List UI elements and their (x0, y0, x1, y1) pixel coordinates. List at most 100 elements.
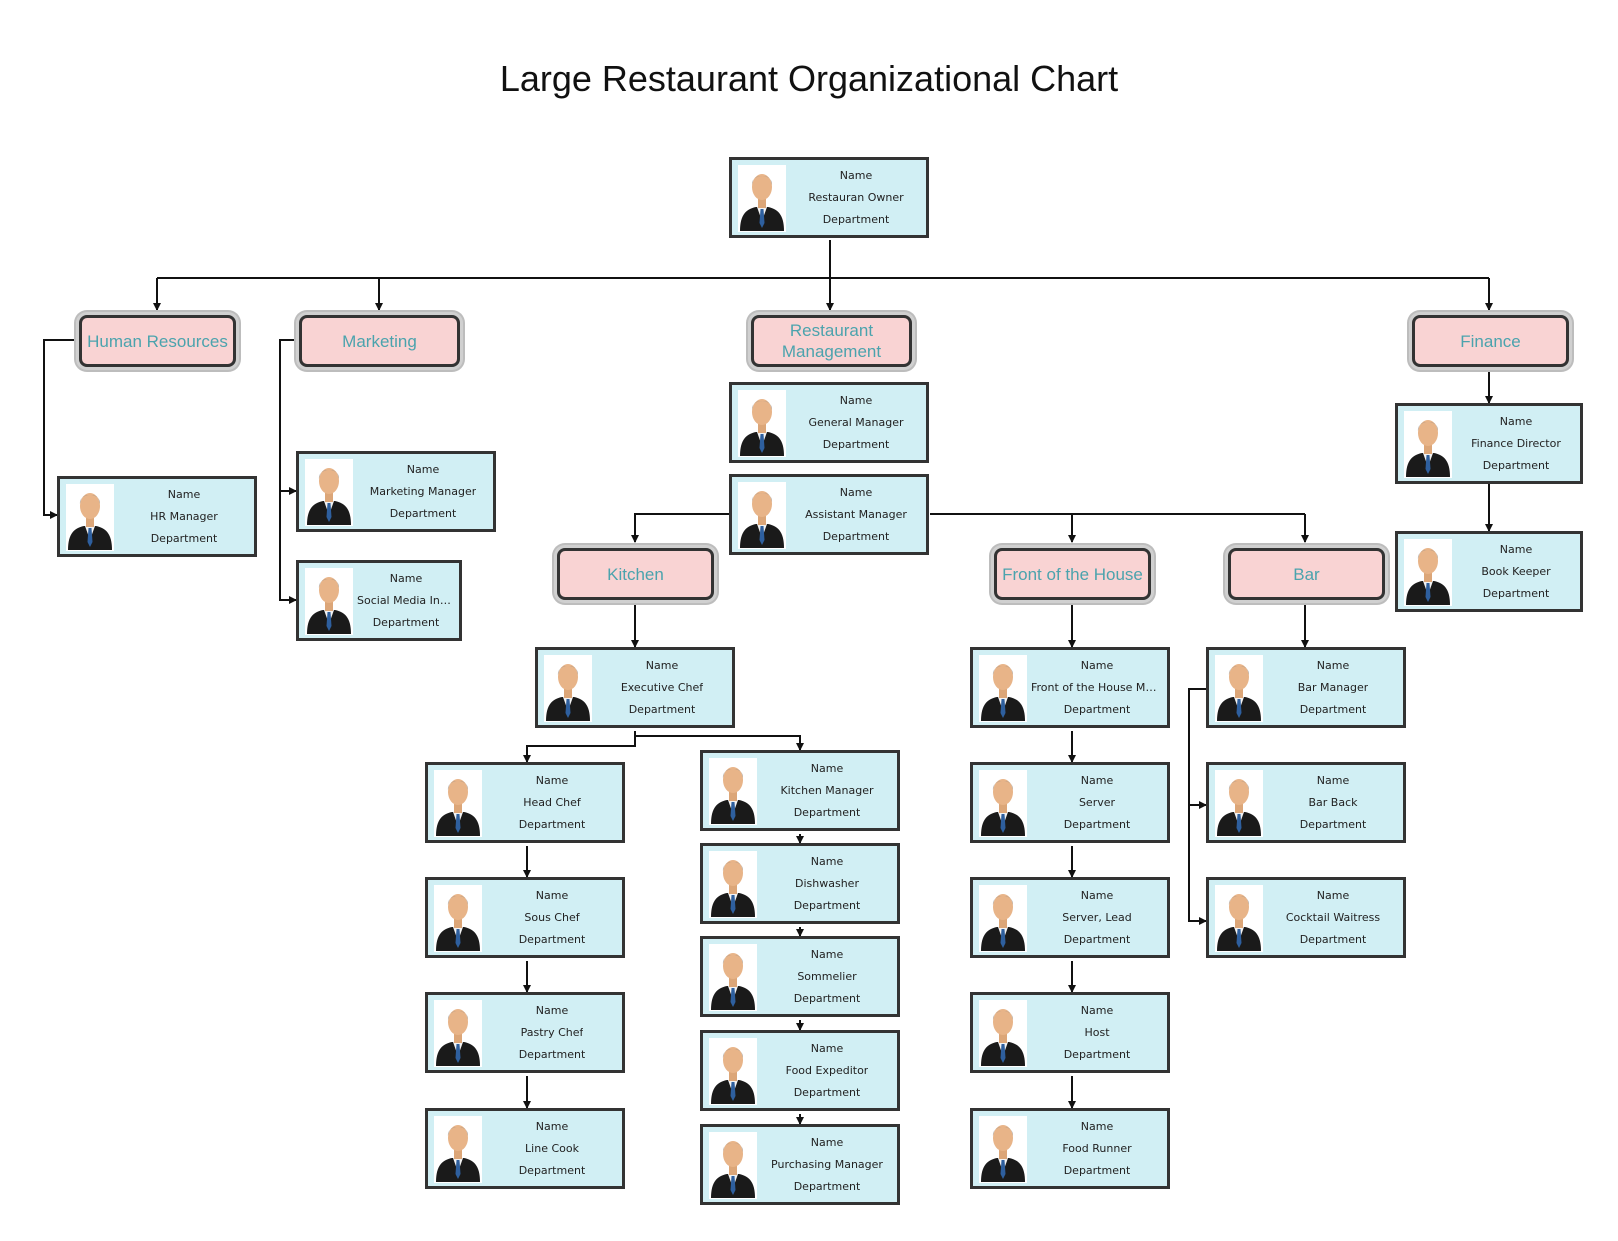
person-avatar-icon (434, 1000, 482, 1067)
person-avatar-icon (709, 1038, 757, 1105)
person-name: Name (1080, 1119, 1114, 1133)
dept-kitchen[interactable]: Kitchen (557, 548, 714, 600)
person-card-server[interactable]: Name Server Department (970, 762, 1170, 843)
person-name: Name (1316, 888, 1350, 902)
person-card-foh-manager[interactable]: Name Front of the House Mana... Departme… (970, 647, 1170, 728)
dept-restaurant-management[interactable]: Restaurant Management (751, 315, 912, 367)
person-card-head-chef[interactable]: Name Head Chef Department (425, 762, 625, 843)
dept-bar[interactable]: Bar (1228, 548, 1385, 600)
person-name: Name (810, 947, 844, 961)
dept-label: Finance (1460, 331, 1521, 351)
person-department: Department (793, 899, 861, 913)
person-name: Name (406, 462, 440, 476)
person-avatar-icon (434, 1116, 482, 1183)
dept-human-resources[interactable]: Human Resources (79, 315, 236, 367)
dept-front-of-the-house[interactable]: Front of the House (994, 548, 1151, 600)
person-department: Department (1299, 933, 1367, 947)
person-role: Pastry Chef (520, 1025, 584, 1039)
person-card-owner[interactable]: Name Restauran Owner Department (729, 157, 929, 238)
person-avatar-icon (738, 390, 786, 457)
person-card-general-manager[interactable]: Name General Manager Department (729, 382, 929, 463)
person-department: Department (372, 616, 440, 630)
person-avatar-icon (979, 655, 1027, 722)
person-name: Name (839, 485, 873, 499)
person-card-bar-back[interactable]: Name Bar Back Department (1206, 762, 1406, 843)
person-role: Social Media Intern (357, 593, 455, 607)
person-name: Name (1499, 542, 1533, 556)
person-department: Department (628, 703, 696, 717)
person-department: Department (1063, 1048, 1131, 1062)
person-card-line-cook[interactable]: Name Line Cook Department (425, 1108, 625, 1189)
person-card-food-expeditor[interactable]: Name Food Expeditor Department (700, 1030, 900, 1111)
person-name: Name (535, 1119, 569, 1133)
person-avatar-icon (979, 1000, 1027, 1067)
dept-label: Human Resources (87, 331, 228, 351)
person-card-purchasing-manager[interactable]: Name Purchasing Manager Department (700, 1124, 900, 1205)
person-name: Name (389, 571, 423, 585)
person-name: Name (535, 888, 569, 902)
person-name: Name (1080, 773, 1114, 787)
person-card-kitchen-manager[interactable]: Name Kitchen Manager Department (700, 750, 900, 831)
person-department: Department (822, 530, 890, 544)
dept-label: Kitchen (607, 564, 664, 584)
person-role: Restauran Owner (808, 190, 904, 204)
person-card-pastry-chef[interactable]: Name Pastry Chef Department (425, 992, 625, 1073)
person-department: Department (1063, 933, 1131, 947)
person-avatar-icon (979, 1116, 1027, 1183)
person-card-sous-chef[interactable]: Name Sous Chef Department (425, 877, 625, 958)
person-card-marketing-manager[interactable]: Name Marketing Manager Department (296, 451, 496, 532)
person-card-hr-manager[interactable]: Name HR Manager Department (57, 476, 257, 557)
person-card-executive-chef[interactable]: Name Executive Chef Department (535, 647, 735, 728)
person-avatar-icon (1404, 411, 1452, 478)
person-avatar-icon (738, 165, 786, 232)
person-role: Cocktail Waitress (1285, 910, 1381, 924)
person-card-assistant-manager[interactable]: Name Assistant Manager Department (729, 474, 929, 555)
person-name: Name (535, 1003, 569, 1017)
person-avatar-icon (434, 770, 482, 837)
person-name: Name (1316, 773, 1350, 787)
person-name: Name (810, 1135, 844, 1149)
person-avatar-icon (66, 484, 114, 551)
person-name: Name (1080, 1003, 1114, 1017)
dept-label: Restaurant Management (781, 321, 882, 361)
person-card-food-runner[interactable]: Name Food Runner Department (970, 1108, 1170, 1189)
person-role: Sous Chef (524, 910, 580, 924)
person-name: Name (1499, 414, 1533, 428)
person-avatar-icon (738, 482, 786, 549)
person-role: Bar Manager (1297, 680, 1369, 694)
person-department: Department (518, 818, 586, 832)
dept-finance[interactable]: Finance (1412, 315, 1569, 367)
person-card-social-media-intern[interactable]: Name Social Media Intern Department (296, 560, 462, 641)
person-role: Book Keeper (1481, 564, 1551, 578)
person-card-finance-director[interactable]: Name Finance Director Department (1395, 403, 1583, 484)
person-role: Purchasing Manager (771, 1157, 883, 1171)
person-department: Department (1299, 818, 1367, 832)
person-card-book-keeper[interactable]: Name Book Keeper Department (1395, 531, 1583, 612)
connector (635, 735, 804, 751)
person-department: Department (822, 438, 890, 452)
person-role: HR Manager (150, 509, 218, 523)
person-role: Food Runner (1062, 1141, 1132, 1155)
person-department: Department (518, 1048, 586, 1062)
person-name: Name (810, 854, 844, 868)
person-role: Host (1084, 1025, 1110, 1039)
person-avatar-icon (1215, 655, 1263, 722)
person-role: Server (1078, 795, 1116, 809)
dept-label: Marketing (342, 331, 417, 351)
person-department: Department (1063, 1164, 1131, 1178)
person-role: Executive Chef (620, 680, 704, 694)
dept-marketing[interactable]: Marketing (299, 315, 460, 367)
person-department: Department (1063, 703, 1131, 717)
person-card-cocktail-waitress[interactable]: Name Cocktail Waitress Department (1206, 877, 1406, 958)
person-name: Name (1080, 658, 1114, 672)
person-card-sommelier[interactable]: Name Sommelier Department (700, 936, 900, 1017)
person-card-dishwasher[interactable]: Name Dishwasher Department (700, 843, 900, 924)
person-card-host[interactable]: Name Host Department (970, 992, 1170, 1073)
person-card-bar-manager[interactable]: Name Bar Manager Department (1206, 647, 1406, 728)
person-department: Department (150, 532, 218, 546)
person-role: Kitchen Manager (780, 783, 874, 797)
connector (631, 513, 729, 543)
person-name: Name (810, 761, 844, 775)
dept-label: Front of the House (1002, 564, 1143, 584)
person-card-server-lead[interactable]: Name Server, Lead Department (970, 877, 1170, 958)
